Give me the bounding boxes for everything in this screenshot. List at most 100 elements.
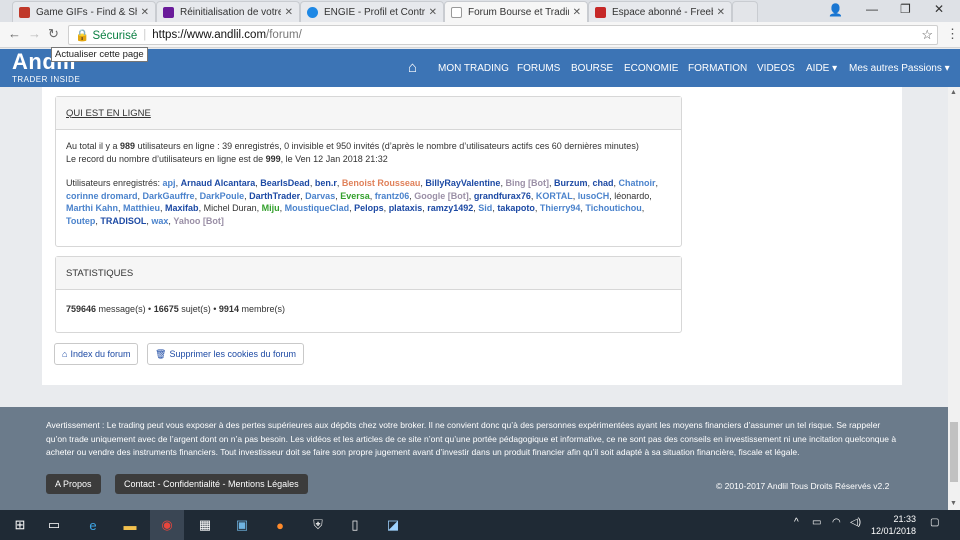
user-link[interactable]: grandfurax76 — [474, 191, 531, 201]
user-link[interactable]: Tichoutichou — [585, 203, 641, 213]
user-link[interactable]: DarthTrader — [249, 191, 300, 201]
profile-icon[interactable]: 👤 — [828, 3, 843, 17]
stats-title: STATISTIQUES — [66, 267, 134, 279]
new-tab-button[interactable] — [732, 1, 758, 22]
windows-start-icon[interactable]: ⊞ — [11, 516, 29, 534]
tab-forum-bourse[interactable]: Forum Bourse et Trading ✕ — [444, 1, 588, 22]
volume-icon[interactable]: ◁) — [850, 517, 861, 528]
bookmark-star-icon[interactable]: ☆ — [921, 27, 933, 43]
tab-reinitialisation[interactable]: Réinitialisation de votre m ✕ — [156, 1, 300, 22]
photos-icon[interactable]: ▣ — [233, 516, 251, 534]
nav-mon-trading[interactable]: MON TRADING — [438, 63, 509, 74]
online-title-link[interactable]: QUI EST EN LIGNE — [66, 108, 151, 119]
stats-panel: STATISTIQUES 759646 message(s) • 16675 s… — [55, 256, 682, 333]
battery-icon[interactable]: ▭ — [812, 517, 821, 528]
scroll-down-icon[interactable]: ▼ — [950, 500, 957, 507]
task-view-icon[interactable]: ▭ — [45, 516, 63, 534]
user-link[interactable]: MoustiqueClad — [285, 203, 350, 213]
nav-formation[interactable]: FORMATION — [688, 63, 747, 74]
scrollbar-thumb[interactable] — [950, 422, 958, 482]
user-link[interactable]: Eversa — [340, 191, 370, 201]
nav-bourse[interactable]: BOURSE — [571, 63, 613, 74]
close-tab-icon[interactable]: ✕ — [285, 7, 293, 18]
user-link[interactable]: plataxis — [389, 203, 423, 213]
reload-icon[interactable]: ↻ — [48, 26, 59, 42]
user-link[interactable]: DarkGauffre — [143, 191, 195, 201]
tab-espace-abonne[interactable]: Espace abonné - Freebox ✕ — [588, 1, 732, 22]
nav-autres-passions[interactable]: Mes autres Passions ▾ — [849, 63, 950, 74]
user-link[interactable]: TRADISOL — [100, 216, 146, 226]
user-link[interactable]: Marthi Kahn — [66, 203, 118, 213]
user-link[interactable]: wax — [151, 216, 168, 226]
user-link[interactable]: léonardo — [614, 191, 649, 201]
tray-chevron-icon[interactable]: ^ — [794, 517, 799, 528]
footer: Avertissement : Le trading peut vous exp… — [0, 407, 948, 510]
user-link[interactable]: Yahoo [Bot] — [173, 216, 224, 226]
edge-icon[interactable]: e — [84, 516, 102, 534]
nav-videos[interactable]: VIDEOS — [757, 63, 795, 74]
nav-aide[interactable]: AIDE ▾ — [806, 63, 837, 74]
user-link[interactable]: DarkPoule — [200, 191, 245, 201]
notification-icon[interactable]: ▢ — [930, 517, 939, 528]
delete-cookies-button[interactable]: 🗑 Supprimer les cookies du forum — [147, 343, 304, 365]
user-link[interactable]: apj — [163, 178, 176, 188]
contact-legal-button[interactable]: Contact - Confidentialité - Mentions Lég… — [115, 474, 308, 494]
minimize-icon[interactable]: — — [866, 2, 878, 16]
back-icon[interactable]: ← — [8, 26, 21, 41]
user-link[interactable]: Sid — [478, 203, 492, 213]
close-tab-icon[interactable]: ✕ — [429, 7, 437, 18]
user-link[interactable]: BillyRayValentine — [425, 178, 500, 188]
secure-indicator[interactable]: 🔒 Sécurisé — [75, 28, 137, 42]
wifi-icon[interactable]: ◠ — [832, 517, 841, 528]
user-link[interactable]: lusoCH — [578, 191, 610, 201]
restore-icon[interactable]: ❐ — [900, 2, 911, 16]
user-link[interactable]: corinne dromard — [66, 191, 138, 201]
firefox-icon[interactable]: ● — [271, 516, 289, 534]
tab-game-gifs[interactable]: Game GIFs - Find & Shar ✕ — [12, 1, 156, 22]
user-link[interactable]: Miju — [262, 203, 280, 213]
user-link[interactable]: Google [Bot] — [414, 191, 469, 201]
user-link[interactable]: Chatnoir — [619, 178, 656, 188]
close-tab-icon[interactable]: ✕ — [141, 7, 149, 18]
close-tab-icon[interactable]: ✕ — [717, 7, 725, 18]
user-link[interactable]: Arnaud Alcantara — [181, 178, 256, 188]
user-link[interactable]: ben.r — [315, 178, 337, 188]
user-link[interactable]: takapoto — [497, 203, 535, 213]
user-link[interactable]: chad — [592, 178, 613, 188]
user-link[interactable]: Toutep — [66, 216, 95, 226]
forward-icon[interactable]: → — [28, 26, 41, 41]
address-bar[interactable]: 🔒 Sécurisé | https://www.andlil.com/foru… — [68, 25, 938, 45]
nav-economie[interactable]: ECONOMIE — [624, 63, 678, 74]
close-tab-icon[interactable]: ✕ — [573, 7, 581, 18]
chrome-icon[interactable]: ◉ — [158, 516, 176, 534]
menu-icon[interactable]: ⋮ — [946, 26, 959, 42]
user-link[interactable]: Burzum — [554, 178, 588, 188]
calculator-icon[interactable]: ▦ — [196, 516, 214, 534]
user-link[interactable]: Maxifab — [165, 203, 199, 213]
nav-forums[interactable]: FORUMS — [517, 63, 560, 74]
user-link[interactable]: KORTAL — [536, 191, 573, 201]
user-link[interactable]: Bing [Bot] — [505, 178, 548, 188]
file-explorer-icon[interactable]: ▬ — [121, 516, 139, 534]
home-icon[interactable]: ⌂ — [408, 59, 417, 76]
stats-body: 759646 message(s) • 16675 sujet(s) • 991… — [66, 304, 285, 314]
tab-engie[interactable]: ENGIE - Profil et Contrats ✕ — [300, 1, 444, 22]
taskbar-clock[interactable]: 21:33 12/01/2018 — [866, 513, 916, 537]
forum-index-button[interactable]: ⌂ Index du forum — [54, 343, 139, 365]
close-window-icon[interactable]: ✕ — [934, 2, 944, 16]
user-link[interactable]: ramzy1492 — [427, 203, 473, 213]
user-link[interactable]: Pelops — [354, 203, 384, 213]
user-link[interactable]: Benoist Rousseau — [342, 178, 421, 188]
app-shield-icon[interactable]: ⛨ — [309, 516, 327, 534]
user-link[interactable]: frantz06 — [375, 191, 410, 201]
user-link[interactable]: Thierry94 — [540, 203, 581, 213]
notepad-icon[interactable]: ◪ — [384, 516, 402, 534]
about-button[interactable]: A Propos — [46, 474, 101, 494]
online-panel-header: QUI EST EN LIGNE — [56, 97, 681, 130]
user-link[interactable]: BearIsDead — [260, 178, 310, 188]
document-icon[interactable]: ▯ — [346, 516, 364, 534]
user-link[interactable]: Darvas — [305, 191, 335, 201]
user-link[interactable]: Michel Duran — [204, 203, 257, 213]
scroll-up-icon[interactable]: ▲ — [950, 89, 957, 96]
user-link[interactable]: Matthieu — [123, 203, 160, 213]
